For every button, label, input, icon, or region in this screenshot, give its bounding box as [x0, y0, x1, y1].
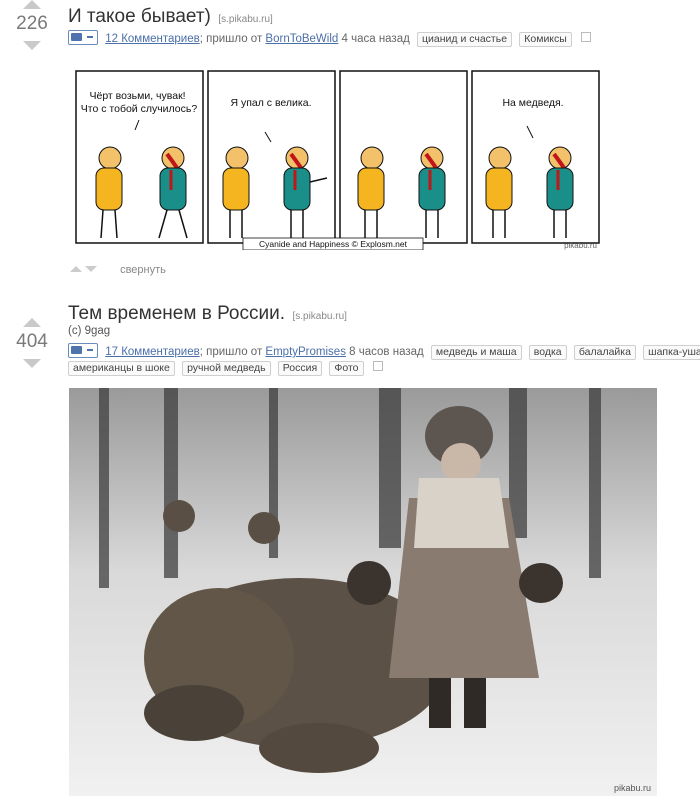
vote-down-icon[interactable] — [85, 266, 97, 272]
tag[interactable]: медведь и маша — [430, 345, 522, 360]
post-meta: 17 Комментариев; пришло от EmptyPromises… — [68, 343, 700, 360]
author-link[interactable]: EmptyPromises — [265, 346, 346, 358]
comic-credit: Cyanide and Happiness © Explosm.net — [259, 239, 408, 249]
vote-down-icon[interactable] — [23, 359, 41, 368]
camera-icon[interactable] — [68, 30, 98, 45]
author-link[interactable]: BornToBeWild — [265, 33, 338, 45]
tag[interactable]: Россия — [277, 361, 323, 376]
post-title[interactable]: Тем временем в России. — [68, 303, 285, 324]
tag[interactable]: Фото — [329, 361, 364, 376]
came-from-label: ; пришло от — [199, 33, 263, 45]
tag[interactable]: ручной медведь — [182, 361, 271, 376]
comic-watermark: pikabu.ru — [564, 241, 597, 250]
comic-bubble-4: На медведя. — [502, 97, 563, 109]
comic-bubble-1: Чёрт возьми, чувак! Что с тобой случилос… — [81, 90, 198, 115]
vote-down-icon[interactable] — [23, 41, 41, 50]
vote-up-icon[interactable] — [23, 318, 41, 327]
post-meta: 12 Комментариев; пришло от BornToBeWild … — [68, 30, 592, 47]
vote-block: 226 — [12, 0, 52, 50]
post-score: 226 — [16, 13, 48, 34]
post-subtitle: (c) 9gag — [68, 325, 111, 337]
post-time: 4 часа назад — [341, 33, 410, 45]
tag[interactable]: цианид и счастье — [417, 32, 513, 47]
comments-link[interactable]: 12 Комментариев — [105, 33, 200, 45]
tag[interactable]: американцы в шоке — [68, 361, 175, 376]
comic-bubble-2: Я упал с велика. — [230, 97, 311, 109]
photo-watermark: pikabu.ru — [613, 783, 651, 793]
save-icon[interactable] — [372, 361, 383, 371]
comic-image: Чёрт возьми, чувак! Что с тобой случилос… — [75, 70, 600, 250]
vote-up-icon[interactable] — [70, 266, 82, 272]
collapse-link[interactable]: свернуть — [120, 264, 166, 276]
post-domain: [s.pikabu.ru] — [218, 14, 273, 25]
post-domain: [s.pikabu.ru] — [292, 311, 347, 322]
vote-up-icon[interactable] — [23, 0, 41, 9]
came-from-label: ; пришло от — [199, 346, 263, 358]
tag[interactable]: шапка-ушанка — [643, 345, 700, 360]
post-time: 8 часов назад — [349, 346, 424, 358]
camera-icon[interactable] — [68, 343, 98, 358]
bear-photo-illustration — [69, 388, 657, 796]
collapse-row: свернуть — [70, 264, 166, 276]
save-icon[interactable] — [581, 32, 592, 42]
tag[interactable]: Комиксы — [519, 32, 572, 47]
vote-block: 404 — [12, 318, 52, 368]
post-title[interactable]: И такое бывает) — [68, 6, 211, 27]
post-tags-row2: американцы в шоке ручной медведь Россия … — [64, 361, 383, 376]
post-title-row: И такое бывает) [s.pikabu.ru] — [68, 6, 273, 28]
post-title-row: Тем временем в России. [s.pikabu.ru] — [68, 303, 347, 325]
post-photo: pikabu.ru — [69, 388, 657, 796]
tag[interactable]: балалайка — [573, 345, 636, 360]
post-score: 404 — [16, 331, 48, 352]
comments-link[interactable]: 17 Комментариев — [105, 346, 200, 358]
tag[interactable]: водка — [528, 345, 567, 360]
